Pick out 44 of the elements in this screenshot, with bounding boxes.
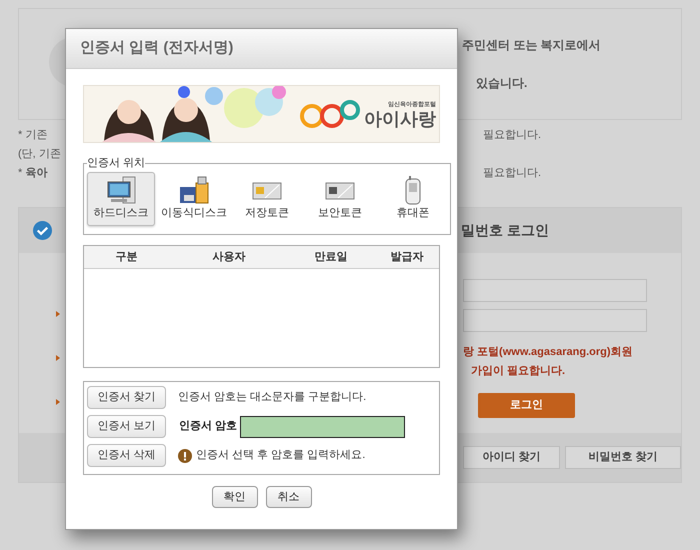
group-legend: 인증서 위치	[87, 155, 146, 172]
disk-drive-icon	[178, 175, 210, 206]
location-option[interactable]: 보안토큰	[306, 172, 374, 226]
location-option[interactable]: 이동식디스크	[160, 172, 228, 226]
column-header: 구분	[114, 250, 138, 265]
password-label: 인증서 암호	[179, 419, 238, 434]
dialog-title: 인증서 입력 (전자서명)	[80, 38, 234, 58]
location-option[interactable]: 휴대폰	[379, 172, 447, 226]
link-button[interactable]: 비밀번호 찾기	[565, 446, 681, 469]
note-text: (단, 기존	[17, 147, 62, 161]
column-header: 만료일	[314, 250, 348, 265]
certificate-button[interactable]: 인증서 보기	[87, 415, 166, 438]
column-header: 사용자	[212, 250, 246, 265]
input-field[interactable]	[463, 279, 647, 302]
note-text: *육아	[17, 166, 48, 180]
note-text: * 기존	[17, 128, 48, 142]
cancel-button[interactable]: 취소	[266, 486, 312, 508]
notice-text: 주민센터 또는 복지로에서	[462, 37, 602, 54]
check-icon	[33, 221, 52, 240]
location-option[interactable]: 저장토큰	[233, 172, 301, 226]
hint-text: 인증서 암호는 대소문자를 구분합니다.	[178, 390, 366, 406]
location-option[interactable]: 하드디스크	[87, 172, 155, 226]
computer-icon	[105, 175, 137, 206]
warning-icon	[178, 448, 192, 462]
password-field[interactable]	[240, 416, 406, 438]
login-button[interactable]: 로그인	[478, 393, 575, 418]
notice-text: 가입이 필요합니다.	[470, 364, 566, 378]
bullet-icon	[56, 311, 60, 317]
notice-text: 랑 포털(www.agasarang.org)회원	[463, 345, 634, 360]
bullet-icon	[56, 355, 60, 361]
column-header: 발급자	[390, 250, 424, 265]
bullet-icon	[56, 399, 60, 405]
note-text: 필요합니다.	[482, 166, 542, 180]
brand-name: 아이사랑	[364, 110, 436, 128]
link-button[interactable]: 아이디 찾기	[463, 446, 560, 469]
notice-text: 있습니다.	[475, 75, 528, 92]
ok-button[interactable]: 확인	[212, 486, 258, 508]
warning-text: 인증서 선택 후 암호를 입력하세요.	[196, 448, 366, 464]
input-field[interactable]	[463, 309, 647, 332]
logo-icon	[300, 99, 360, 129]
note-text: 필요합니다.	[482, 128, 542, 142]
certificate-button[interactable]: 인증서 찾기	[87, 386, 166, 409]
panel-title: 밀번호 로그인	[461, 221, 549, 240]
certificate-button[interactable]: 인증서 삭제	[87, 444, 166, 467]
